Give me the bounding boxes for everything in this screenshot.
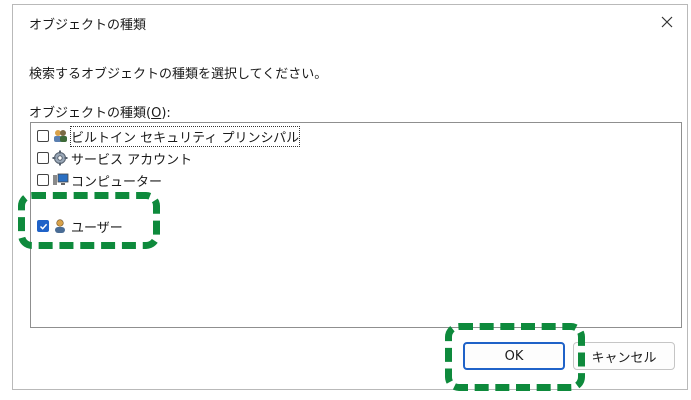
object-types-listbox[interactable]: ビルトイン セキュリティ プリンシパル サービス アカウント コンピューター ユ… [30,122,682,328]
checkbox-user-checked[interactable] [37,220,49,232]
object-types-label: オブジェクトの種類(O): [29,106,171,121]
checkmark-icon [39,223,47,230]
close-icon [661,16,673,28]
list-item-label: コンピューター [71,174,163,190]
list-item-label: ユーザー [71,220,123,236]
security-principals-icon [54,130,67,142]
checkbox-service-account[interactable] [37,152,49,164]
list-item-computer[interactable]: コンピューター [37,170,162,190]
instruction-text: 検索するオブジェクトの種類を選択してください。 [29,67,328,82]
user-icon [55,219,65,233]
list-item-builtin-security-principals[interactable]: ビルトイン セキュリティ プリンシパル [37,125,301,147]
checkbox-builtin-security-principals[interactable] [37,130,49,142]
title-bar: オブジェクトの種類 [13,5,687,39]
service-account-icon [52,150,68,166]
list-item-label: サービス アカウント [71,152,193,168]
close-button[interactable] [653,9,681,35]
ok-button[interactable]: OK [463,342,565,370]
list-item-label: ビルトイン セキュリティ プリンシパル [69,125,301,147]
list-item-user[interactable]: ユーザー [37,216,123,236]
cancel-button[interactable]: キャンセル [573,342,675,370]
dialog-title: オブジェクトの種類 [29,18,147,33]
list-item-service-account[interactable]: サービス アカウント [37,148,192,168]
computer-icon [53,173,69,185]
mnemonic-o: O [151,106,162,121]
object-types-dialog: オブジェクトの種類 検索するオブジェクトの種類を選択してください。 オブジェクト… [12,4,688,390]
checkbox-computer[interactable] [37,174,49,186]
